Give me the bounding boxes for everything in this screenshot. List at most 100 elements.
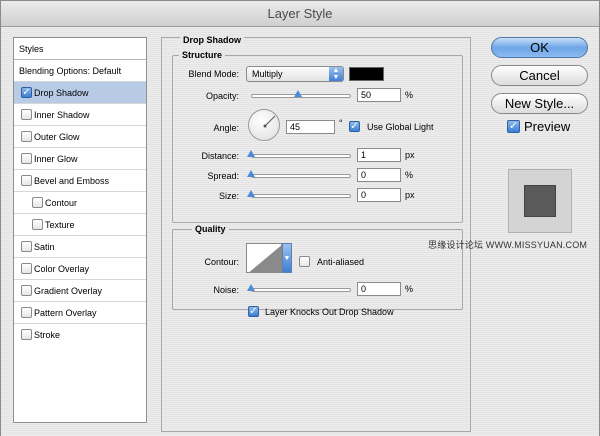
- inner-glow-checkbox[interactable]: [21, 153, 32, 164]
- blend-mode-value: Multiply: [252, 69, 283, 79]
- style-item-inner-glow[interactable]: Inner Glow: [14, 148, 146, 170]
- distance-slider-thumb[interactable]: [247, 150, 255, 157]
- ok-button[interactable]: OK: [491, 37, 588, 58]
- style-item-label: Contour: [45, 198, 78, 208]
- styles-header[interactable]: Styles: [14, 38, 146, 60]
- anti-aliased-checkbox[interactable]: [299, 256, 310, 267]
- blend-mode-label: Blend Mode:: [188, 69, 239, 79]
- style-item-label: Color Overlay: [34, 264, 90, 274]
- style-item-label: Stroke: [34, 330, 61, 340]
- style-item-outer-glow[interactable]: Outer Glow: [14, 126, 146, 148]
- size-field[interactable]: 0: [357, 188, 401, 202]
- knockout-checkbox[interactable]: ✓: [248, 306, 259, 317]
- angle-field[interactable]: 45: [286, 120, 335, 134]
- style-item-label: Inner Glow: [34, 154, 78, 164]
- preview-square: [524, 185, 556, 217]
- contour-picker[interactable]: [246, 243, 282, 273]
- texture-checkbox[interactable]: [32, 219, 43, 230]
- style-item-pattern-overlay[interactable]: Pattern Overlay: [14, 302, 146, 324]
- opacity-unit: %: [405, 90, 414, 100]
- gradient-overlay-checkbox[interactable]: [21, 285, 32, 296]
- bevel-emboss-checkbox[interactable]: [21, 175, 32, 186]
- blending-options-item[interactable]: Blending Options: Default: [14, 60, 146, 82]
- satin-checkbox[interactable]: [21, 241, 32, 252]
- noise-unit: %: [405, 284, 414, 294]
- outer-glow-checkbox[interactable]: [21, 131, 32, 142]
- spread-unit: %: [405, 170, 414, 180]
- style-item-contour[interactable]: Contour: [14, 192, 146, 214]
- drop-shadow-title: Drop Shadow: [180, 35, 244, 45]
- styles-list: Styles Blending Options: Default ✓ Drop …: [13, 37, 147, 423]
- layer-style-dialog: Layer Style Styles Blending Options: Def…: [0, 0, 600, 436]
- opacity-label: Opacity:: [205, 91, 239, 101]
- structure-group: Structure Blend Mode: Multiply ▲ ▼ Opacit…: [172, 50, 463, 223]
- style-item-color-overlay[interactable]: Color Overlay: [14, 258, 146, 280]
- structure-title: Structure: [179, 50, 226, 60]
- noise-slider-thumb[interactable]: [247, 284, 255, 291]
- angle-unit: °: [339, 118, 343, 128]
- style-item-bevel-emboss[interactable]: Bevel and Emboss: [14, 170, 146, 192]
- distance-label: Distance:: [201, 151, 239, 161]
- watermark: 思缘设计论坛 WWW.MISSYUAN.COM: [428, 240, 588, 250]
- style-item-gradient-overlay[interactable]: Gradient Overlay: [14, 280, 146, 302]
- shadow-color-swatch[interactable]: [349, 67, 384, 81]
- inner-shadow-checkbox[interactable]: [21, 109, 32, 120]
- angle-label: Angle:: [213, 123, 239, 133]
- knockout-label: Layer Knocks Out Drop Shadow: [265, 307, 394, 317]
- style-item-inner-shadow[interactable]: Inner Shadow: [14, 104, 146, 126]
- blend-mode-select[interactable]: Multiply ▲ ▼: [246, 66, 344, 82]
- style-item-label: Pattern Overlay: [34, 308, 97, 318]
- noise-field[interactable]: 0: [357, 282, 401, 296]
- use-global-light-label: Use Global Light: [367, 122, 434, 132]
- opacity-field[interactable]: 50: [357, 88, 401, 102]
- size-label: Size:: [218, 191, 239, 201]
- opacity-slider-thumb[interactable]: [294, 90, 302, 97]
- noise-slider[interactable]: [251, 288, 351, 292]
- style-item-satin[interactable]: Satin: [14, 236, 146, 258]
- size-slider-thumb[interactable]: [247, 190, 255, 197]
- distance-unit: px: [405, 150, 415, 160]
- pattern-overlay-checkbox[interactable]: [21, 307, 32, 318]
- new-style-button[interactable]: New Style...: [491, 93, 588, 114]
- style-item-label: Drop Shadow: [34, 88, 89, 98]
- contour-label: Contour:: [204, 257, 239, 267]
- spread-slider[interactable]: [251, 174, 351, 178]
- style-item-label: Satin: [34, 242, 55, 252]
- angle-needle-icon: [263, 115, 276, 128]
- cancel-button[interactable]: Cancel: [491, 65, 588, 86]
- noise-label: Noise:: [213, 285, 239, 295]
- contour-checkbox[interactable]: [32, 197, 43, 208]
- preview-label: Preview: [524, 119, 571, 134]
- style-item-texture[interactable]: Texture: [14, 214, 146, 236]
- style-item-label: Gradient Overlay: [34, 286, 103, 296]
- preview-thumbnail: [508, 169, 572, 233]
- contour-curve-icon: [249, 245, 281, 272]
- style-item-label: Outer Glow: [34, 132, 80, 142]
- style-item-label: Inner Shadow: [34, 110, 90, 120]
- style-item-label: Texture: [45, 220, 75, 230]
- spread-slider-thumb[interactable]: [247, 170, 255, 177]
- quality-title: Quality: [192, 224, 229, 234]
- use-global-light-checkbox[interactable]: ✓: [349, 121, 360, 132]
- contour-dropdown-arrow-icon[interactable]: ▼: [282, 243, 292, 273]
- select-arrows-icon: ▲ ▼: [329, 67, 343, 81]
- stroke-checkbox[interactable]: [21, 329, 32, 340]
- drop-shadow-checkbox[interactable]: ✓: [21, 87, 32, 98]
- preview-checkbox[interactable]: ✓: [507, 120, 520, 133]
- distance-slider[interactable]: [251, 154, 351, 158]
- anti-aliased-label: Anti-aliased: [317, 257, 365, 267]
- style-item-stroke[interactable]: Stroke: [14, 324, 146, 346]
- spread-field[interactable]: 0: [357, 168, 401, 182]
- style-item-drop-shadow[interactable]: ✓ Drop Shadow: [14, 82, 146, 104]
- angle-dial[interactable]: [248, 109, 280, 141]
- quality-group: Quality Contour: ▼ Anti-aliased Noise: 0…: [172, 224, 463, 310]
- dialog-title: Layer Style: [1, 1, 599, 27]
- style-item-label: Bevel and Emboss: [34, 176, 110, 186]
- distance-field[interactable]: 1: [357, 148, 401, 162]
- size-unit: px: [405, 190, 415, 200]
- spread-label: Spread:: [207, 171, 239, 181]
- color-overlay-checkbox[interactable]: [21, 263, 32, 274]
- size-slider[interactable]: [251, 194, 351, 198]
- drop-shadow-panel: Drop Shadow Structure Blend Mode: Multip…: [161, 35, 471, 432]
- dialog-body: Styles Blending Options: Default ✓ Drop …: [1, 27, 599, 436]
